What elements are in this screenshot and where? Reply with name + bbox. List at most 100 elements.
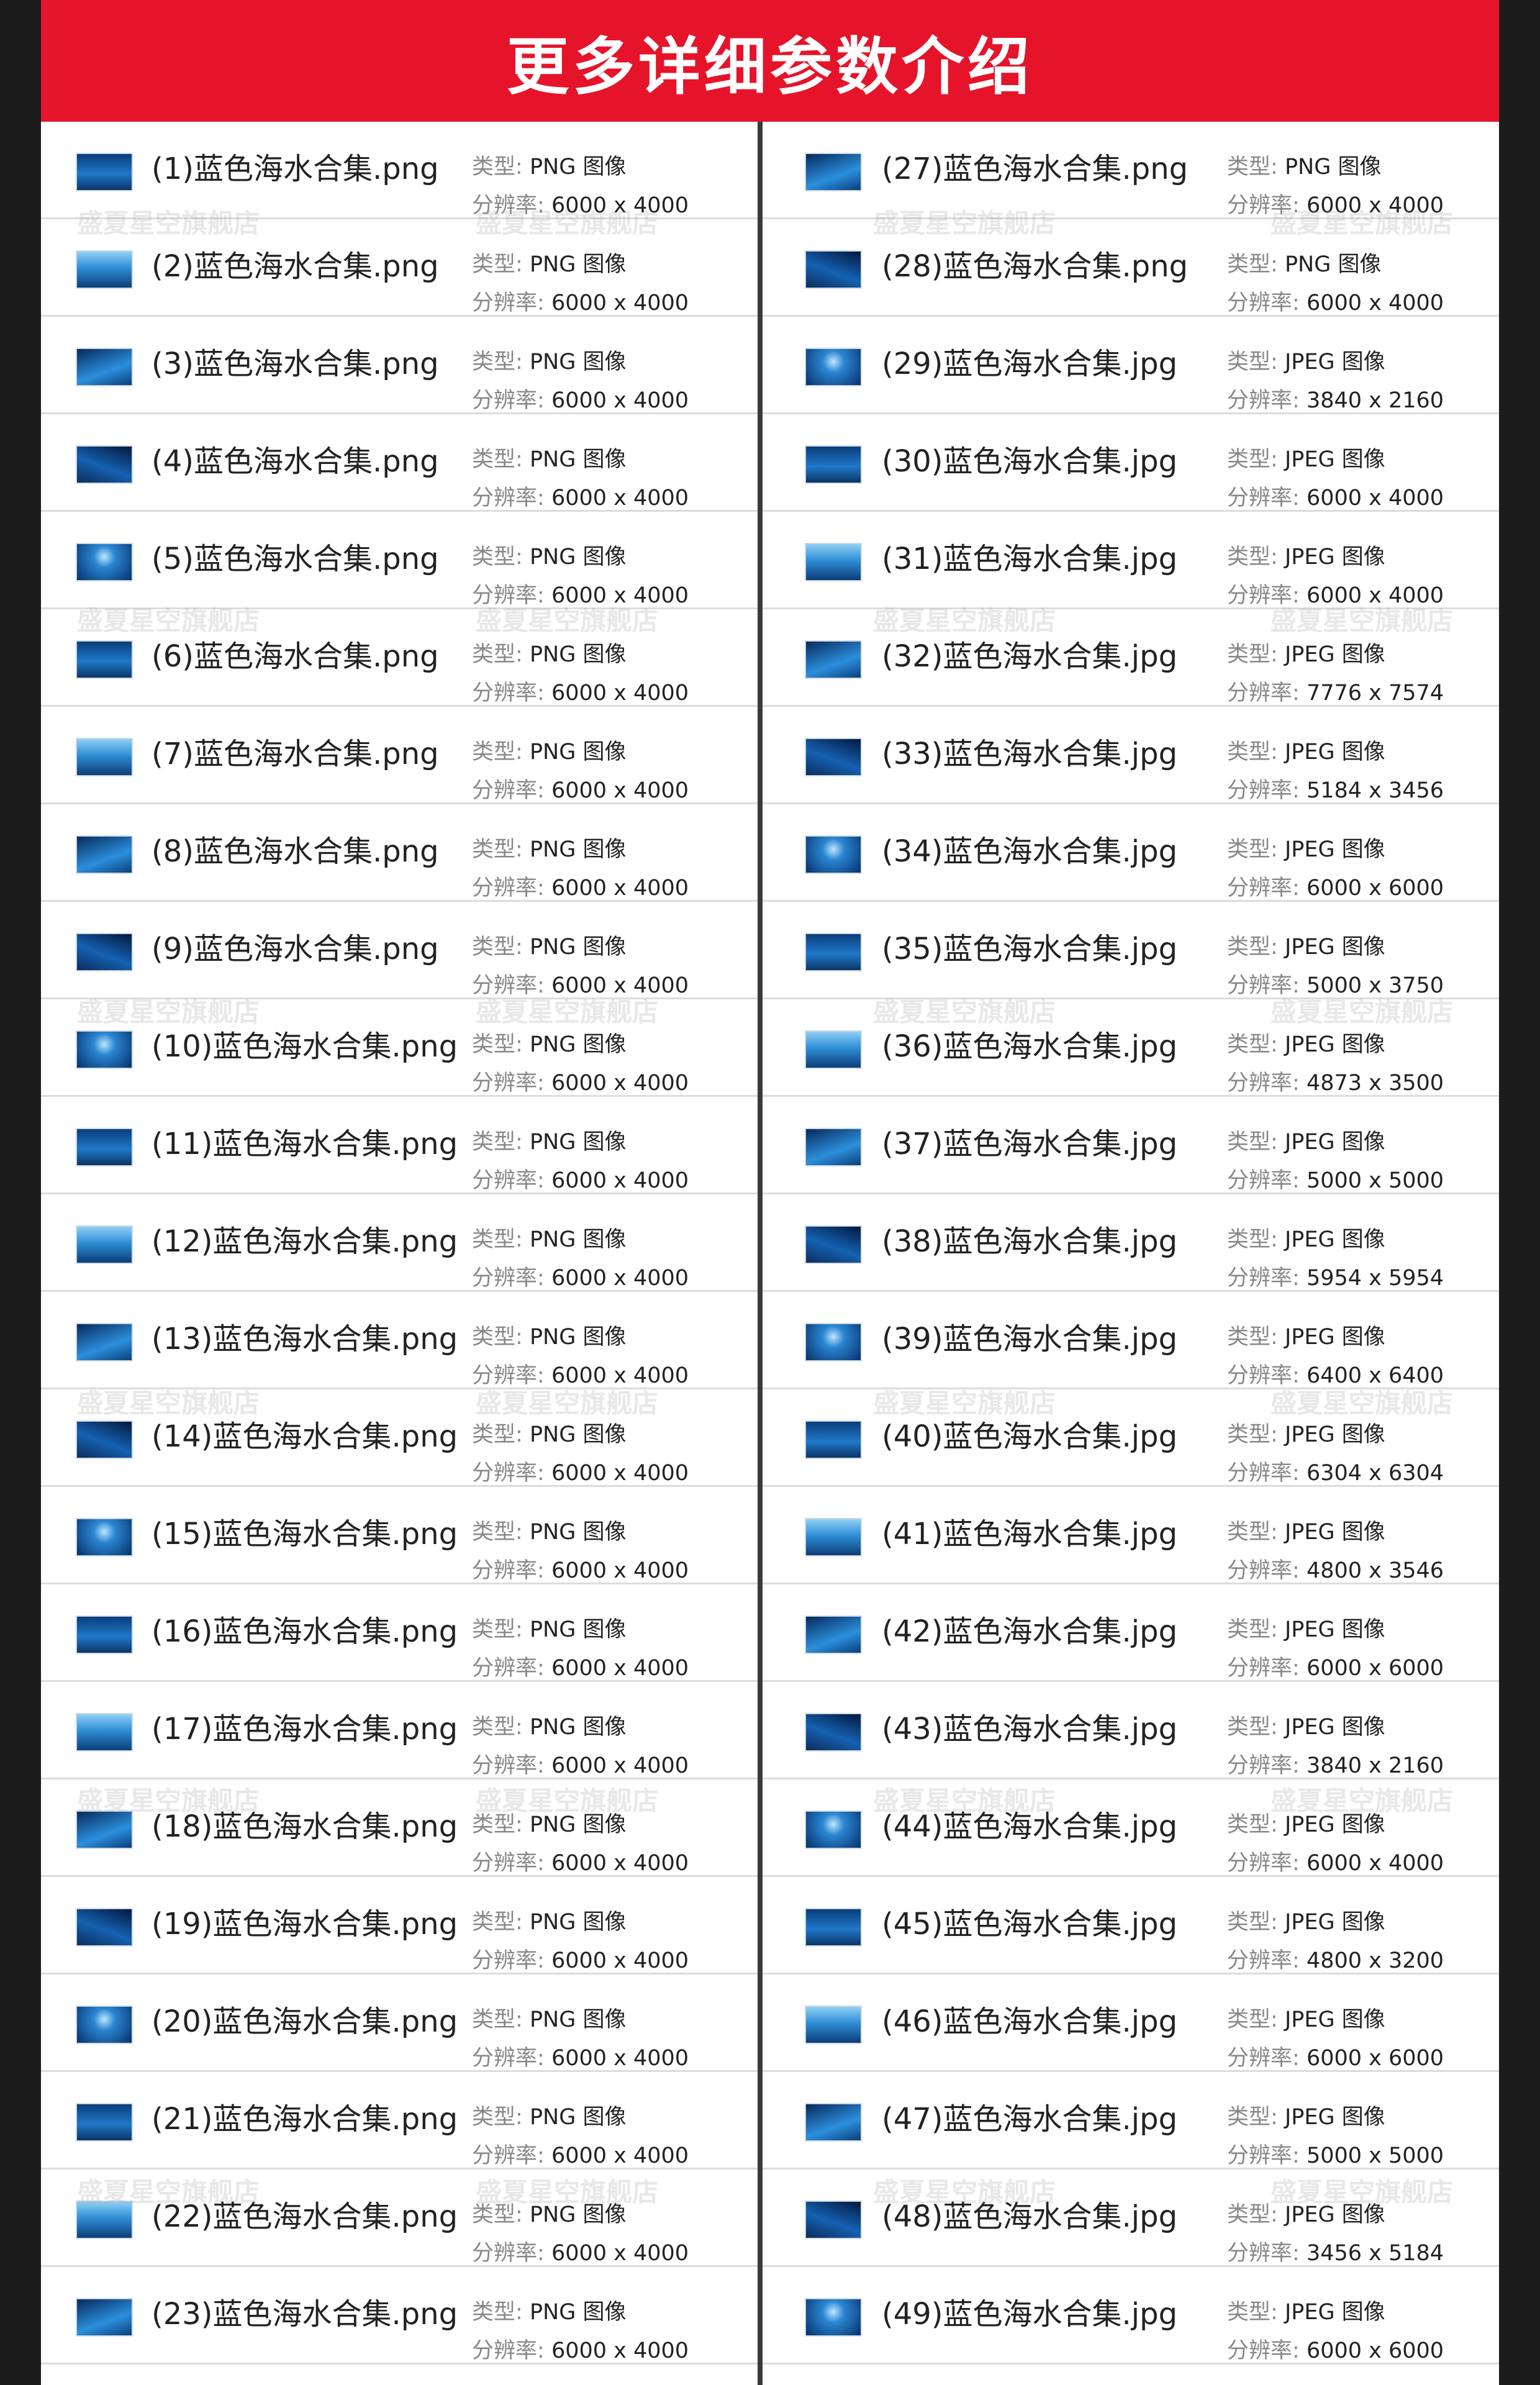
- file-row[interactable]: (2)蓝色海水合集.png 类型: PNG 图像 分辨率: 6000 x 4000: [41, 219, 758, 317]
- file-type-value: JPEG 图像: [1284, 1032, 1385, 1057]
- file-row[interactable]: (36)蓝色海水合集.jpg 类型: JPEG 图像 分辨率: 4873 x 350…: [763, 999, 1499, 1097]
- file-type-value: JPEG 图像: [1284, 837, 1385, 862]
- file-type-value: JPEG 图像: [1284, 642, 1385, 667]
- file-type-value: PNG 图像: [529, 642, 627, 667]
- file-row[interactable]: (16)蓝色海水合集.png 类型: PNG 图像 分辨率: 6000 x 4000: [41, 1584, 758, 1682]
- file-type-value: JPEG 图像: [1284, 2202, 1385, 2227]
- file-row[interactable]: (6)蓝色海水合集.png 类型: PNG 图像 分辨率: 6000 x 4000: [41, 609, 758, 707]
- file-type-line: 类型: PNG 图像: [472, 1318, 689, 1356]
- file-thumbnail: [805, 543, 862, 581]
- file-type-line: 类型: JPEG 图像: [1227, 538, 1444, 576]
- file-name: (30)蓝色海水合集.jpg: [882, 444, 1178, 479]
- file-type-line: 类型: JPEG 图像: [1227, 1513, 1444, 1551]
- file-row[interactable]: (15)蓝色海水合集.png 类型: PNG 图像 分辨率: 6000 x 4000: [41, 1487, 758, 1584]
- file-type-value: PNG 图像: [529, 1032, 627, 1057]
- file-resolution-value: 6000 x 4000: [551, 1071, 689, 1096]
- file-row[interactable]: (20)蓝色海水合集.png 类型: PNG 图像 分辨率: 6000 x 4000: [41, 1974, 758, 2072]
- file-row[interactable]: (45)蓝色海水合集.jpg 类型: JPEG 图像 分辨率: 4800 x 320…: [763, 1877, 1499, 1974]
- file-row[interactable]: (47)蓝色海水合集.jpg 类型: JPEG 图像 分辨率: 5000 x 500…: [763, 2072, 1499, 2169]
- file-thumbnail: [76, 835, 133, 874]
- file-thumbnail: [76, 1225, 133, 1264]
- file-row[interactable]: (29)蓝色海水合集.jpg 类型: JPEG 图像 分辨率: 3840 x 216…: [763, 317, 1499, 414]
- file-type-line: 类型: PNG 图像: [1227, 245, 1444, 284]
- file-name: (12)蓝色海水合集.png: [152, 1224, 458, 1259]
- file-row[interactable]: (40)蓝色海水合集.jpg 类型: JPEG 图像 分辨率: 6304 x 630…: [763, 1389, 1499, 1487]
- file-row[interactable]: (7)蓝色海水合集.png 类型: PNG 图像 分辨率: 6000 x 4000: [41, 707, 758, 804]
- resolution-label: 分辨率:: [472, 193, 545, 218]
- file-row[interactable]: (5)蓝色海水合集.png 类型: PNG 图像 分辨率: 6000 x 4000: [41, 512, 758, 609]
- file-row[interactable]: (9)蓝色海水合集.png 类型: PNG 图像 分辨率: 6000 x 4000: [41, 902, 758, 999]
- file-row[interactable]: (12)蓝色海水合集.png 类型: PNG 图像 分辨率: 6000 x 4000: [41, 1194, 758, 1292]
- file-meta: 类型: JPEG 图像 分辨率: 7776 x 7574: [1227, 635, 1444, 712]
- file-type-line: 类型: PNG 图像: [472, 1415, 689, 1454]
- file-meta: 类型: PNG 图像 分辨率: 6000 x 4000: [472, 1318, 689, 1395]
- file-row[interactable]: (33)蓝色海水合集.jpg 类型: JPEG 图像 分辨率: 5184 x 345…: [763, 707, 1499, 804]
- type-label: 类型:: [472, 2300, 523, 2325]
- file-row[interactable]: (41)蓝色海水合集.jpg 类型: JPEG 图像 分辨率: 4800 x 354…: [763, 1487, 1499, 1584]
- file-row[interactable]: (28)蓝色海水合集.png 类型: PNG 图像 分辨率: 6000 x 4000: [763, 219, 1499, 317]
- file-row[interactable]: (14)蓝色海水合集.png 类型: PNG 图像 分辨率: 6000 x 4000: [41, 1389, 758, 1487]
- resolution-label: 分辨率:: [1227, 1558, 1300, 1583]
- file-row[interactable]: (11)蓝色海水合集.png 类型: PNG 图像 分辨率: 6000 x 4000: [41, 1097, 758, 1194]
- file-name: (21)蓝色海水合集.png: [152, 2102, 458, 2137]
- file-meta: 类型: JPEG 图像 分辨率: 6400 x 6400: [1227, 1318, 1444, 1395]
- file-type-value: JPEG 图像: [1284, 2300, 1385, 2325]
- resolution-label: 分辨率:: [1227, 486, 1300, 511]
- file-row[interactable]: (21)蓝色海水合集.png 类型: PNG 图像 分辨率: 6000 x 4000: [41, 2072, 758, 2169]
- file-type-value: PNG 图像: [529, 447, 627, 472]
- file-name: (23)蓝色海水合集.png: [152, 2297, 458, 2332]
- file-row[interactable]: (23)蓝色海水合集.png 类型: PNG 图像 分辨率: 6000 x 4000: [41, 2267, 758, 2365]
- file-row[interactable]: (35)蓝色海水合集.jpg 类型: JPEG 图像 分辨率: 5000 x 375…: [763, 902, 1499, 999]
- file-thumbnail: [76, 2103, 133, 2142]
- file-type-value: PNG 图像: [1284, 155, 1382, 179]
- resolution-label: 分辨率:: [472, 486, 545, 511]
- file-row[interactable]: (30)蓝色海水合集.jpg 类型: JPEG 图像 分辨率: 6000 x 400…: [763, 414, 1499, 512]
- file-meta: 类型: PNG 图像 分辨率: 6000 x 4000: [472, 1513, 689, 1590]
- file-row[interactable]: (46)蓝色海水合集.jpg 类型: JPEG 图像 分辨率: 6000 x 600…: [763, 1974, 1499, 2072]
- file-row[interactable]: (19)蓝色海水合集.png 类型: PNG 图像 分辨率: 6000 x 4000: [41, 1877, 758, 1974]
- file-thumbnail: [805, 933, 862, 971]
- file-resolution-value: 6000 x 4000: [551, 2241, 689, 2266]
- file-row[interactable]: (37)蓝色海水合集.jpg 类型: JPEG 图像 分辨率: 5000 x 500…: [763, 1097, 1499, 1194]
- file-type-value: PNG 图像: [529, 1715, 627, 1740]
- file-row[interactable]: (18)蓝色海水合集.png 类型: PNG 图像 分辨率: 6000 x 4000: [41, 1779, 758, 1877]
- file-row[interactable]: (13)蓝色海水合集.png 类型: PNG 图像 分辨率: 6000 x 4000: [41, 1292, 758, 1389]
- file-row[interactable]: (49)蓝色海水合集.jpg 类型: JPEG 图像 分辨率: 6000 x 600…: [763, 2267, 1499, 2365]
- file-row[interactable]: (44)蓝色海水合集.jpg 类型: JPEG 图像 分辨率: 6000 x 400…: [763, 1779, 1499, 1877]
- type-label: 类型:: [472, 837, 523, 862]
- file-resolution-value: 6400 x 6400: [1306, 1363, 1444, 1388]
- file-row[interactable]: (22)蓝色海水合集.png 类型: PNG 图像 分辨率: 6000 x 4000: [41, 2169, 758, 2267]
- type-label: 类型:: [1227, 1715, 1278, 1740]
- file-name: (8)蓝色海水合集.png: [152, 834, 439, 869]
- file-row[interactable]: (43)蓝色海水合集.jpg 类型: JPEG 图像 分辨率: 3840 x 216…: [763, 1682, 1499, 1779]
- file-thumbnail: [76, 543, 133, 581]
- file-thumbnail: [76, 250, 133, 289]
- file-row[interactable]: (27)蓝色海水合集.png 类型: PNG 图像 分辨率: 6000 x 4000: [763, 122, 1499, 219]
- file-type-value: JPEG 图像: [1284, 1617, 1385, 1642]
- file-row[interactable]: (48)蓝色海水合集.jpg 类型: JPEG 图像 分辨率: 3456 x 518…: [763, 2169, 1499, 2267]
- file-row[interactable]: (32)蓝色海水合集.jpg 类型: JPEG 图像 分辨率: 7776 x 757…: [763, 609, 1499, 707]
- type-label: 类型:: [472, 545, 523, 570]
- file-row[interactable]: (3)蓝色海水合集.png 类型: PNG 图像 分辨率: 6000 x 4000: [41, 317, 758, 414]
- file-row[interactable]: (39)蓝色海水合集.jpg 类型: JPEG 图像 分辨率: 6400 x 640…: [763, 1292, 1499, 1389]
- file-type-value: PNG 图像: [529, 935, 627, 960]
- file-row[interactable]: (31)蓝色海水合集.jpg 类型: JPEG 图像 分辨率: 6000 x 400…: [763, 512, 1499, 609]
- file-row[interactable]: (42)蓝色海水合集.jpg 类型: JPEG 图像 分辨率: 6000 x 600…: [763, 1584, 1499, 1682]
- file-row[interactable]: (17)蓝色海水合集.png 类型: PNG 图像 分辨率: 6000 x 4000: [41, 1682, 758, 1779]
- file-meta: 类型: PNG 图像 分辨率: 6000 x 4000: [472, 1025, 689, 1102]
- file-type-line: 类型: PNG 图像: [472, 440, 689, 479]
- type-label: 类型:: [1227, 1812, 1278, 1837]
- file-row[interactable]: (10)蓝色海水合集.png 类型: PNG 图像 分辨率: 6000 x 4000: [41, 999, 758, 1097]
- file-meta: 类型: PNG 图像 分辨率: 6000 x 4000: [1227, 245, 1444, 322]
- file-row[interactable]: (38)蓝色海水合集.jpg 类型: JPEG 图像 分辨率: 5954 x 595…: [763, 1194, 1499, 1292]
- type-label: 类型:: [1227, 1032, 1278, 1057]
- file-row[interactable]: (1)蓝色海水合集.png 类型: PNG 图像 分辨率: 6000 x 4000: [41, 122, 758, 219]
- file-thumbnail: [76, 153, 133, 191]
- file-thumbnail: [805, 2298, 862, 2337]
- file-meta: 类型: PNG 图像 分辨率: 6000 x 4000: [472, 1903, 689, 1980]
- column-divider: [758, 122, 763, 2385]
- file-row[interactable]: (34)蓝色海水合集.jpg 类型: JPEG 图像 分辨率: 6000 x 600…: [763, 804, 1499, 902]
- file-row[interactable]: (4)蓝色海水合集.png 类型: PNG 图像 分辨率: 6000 x 4000: [41, 414, 758, 512]
- file-row[interactable]: (8)蓝色海水合集.png 类型: PNG 图像 分辨率: 6000 x 4000: [41, 804, 758, 902]
- type-label: 类型:: [1227, 1325, 1278, 1350]
